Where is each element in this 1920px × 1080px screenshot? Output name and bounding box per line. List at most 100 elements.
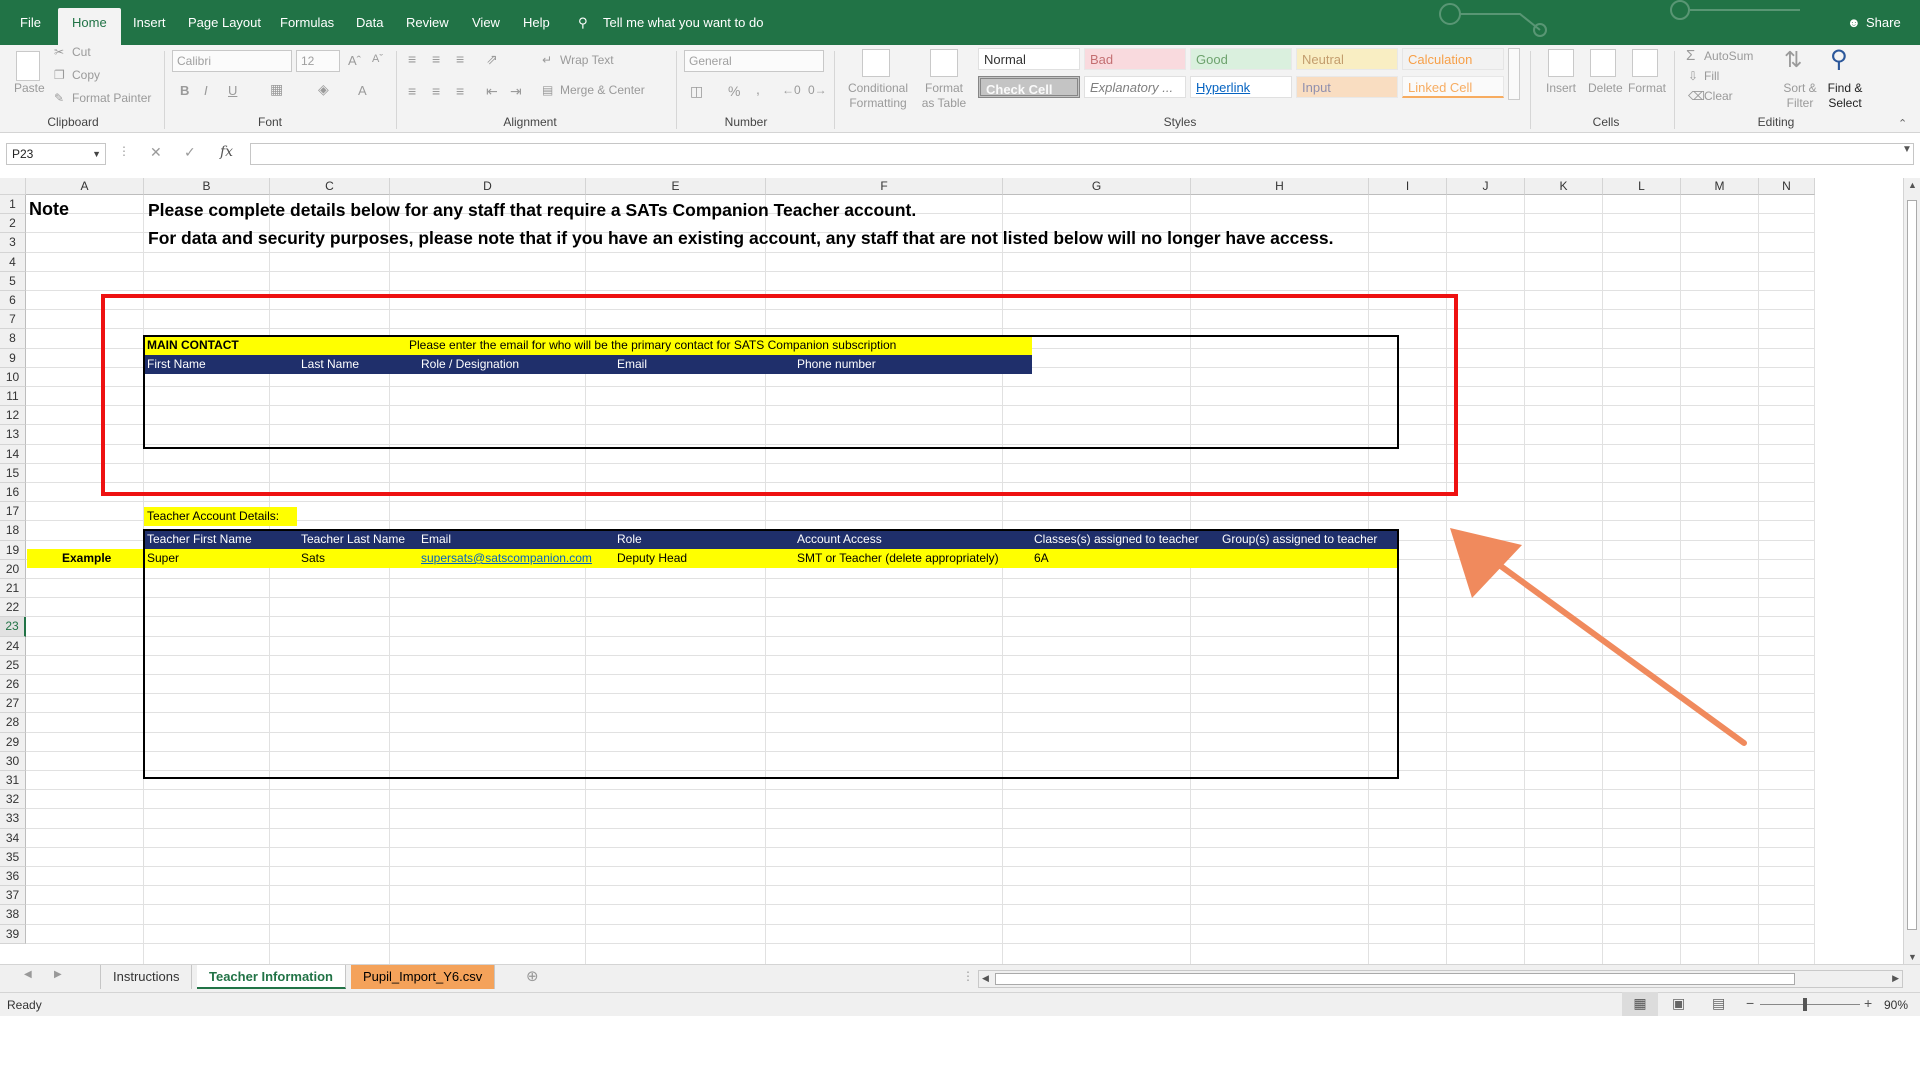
tab-help[interactable]: Help [523,0,550,45]
row-header[interactable]: 35 [0,847,26,867]
row-header[interactable]: 34 [0,828,26,848]
column-header[interactable]: G [1003,178,1191,195]
horizontal-scroll-thumb[interactable] [995,973,1795,985]
row-header[interactable]: 18 [0,521,26,541]
column-header[interactable]: I [1369,178,1447,195]
increase-indent-icon[interactable]: ⇥ [510,83,522,100]
style-input[interactable]: Input [1296,76,1398,98]
align-middle-icon[interactable]: ≡ [432,51,440,67]
row-header[interactable]: 30 [0,751,26,771]
tab-home[interactable]: Home [58,8,121,45]
font-color-button[interactable]: A [358,83,367,98]
tab-review[interactable]: Review [406,0,449,45]
vertical-scroll-thumb[interactable] [1907,200,1917,930]
style-calculation[interactable]: Calculation [1402,48,1504,70]
row-header[interactable]: 11 [0,387,26,407]
sheet-tab-pupil-import[interactable]: Pupil_Import_Y6.csv [351,965,496,989]
wrap-text-button[interactable]: Wrap Text [560,53,614,67]
normal-view-icon[interactable]: ▦ [1622,992,1658,1016]
sheet-tab-instructions[interactable]: Instructions [100,965,193,989]
fill-button[interactable]: Fill [1704,69,1719,83]
tell-me-search[interactable]: Tell me what you want to do [603,0,763,45]
tab-data[interactable]: Data [356,0,383,45]
cancel-icon[interactable]: ✕ [150,144,162,161]
select-all-corner[interactable] [0,178,26,195]
font-name-select[interactable]: Calibri [172,50,292,72]
find-select-button[interactable]: Find & Select [1822,81,1868,111]
column-header[interactable]: B [144,178,270,195]
comma-button[interactable]: , [756,81,760,97]
format-as-table-button[interactable]: Format as Table [918,81,970,111]
row-header[interactable]: 27 [0,694,26,714]
scroll-down-icon[interactable]: ▼ [1908,952,1917,962]
column-header[interactable]: N [1759,178,1815,195]
column-header[interactable]: E [586,178,766,195]
decrease-font-icon[interactable]: Aˇ [372,53,383,65]
align-bottom-icon[interactable]: ≡ [456,51,464,67]
row-header[interactable]: 16 [0,483,26,503]
row-header[interactable]: 14 [0,444,26,464]
style-explanatory[interactable]: Explanatory ... [1084,76,1186,98]
vertical-scrollbar[interactable]: ▲ ▼ [1903,178,1920,964]
sheet-tab-teacher-information[interactable]: Teacher Information [197,965,347,989]
format-cells-button[interactable]: Format [1628,81,1666,95]
style-hyperlink[interactable]: Hyperlink [1190,76,1292,98]
tab-formulas[interactable]: Formulas [280,0,334,45]
row-header[interactable]: 37 [0,886,26,906]
percent-button[interactable]: % [728,83,740,99]
row-header[interactable]: 25 [0,655,26,675]
decrease-indent-icon[interactable]: ⇤ [486,83,498,100]
tab-page-layout[interactable]: Page Layout [188,0,261,45]
row-header[interactable]: 29 [0,732,26,752]
zoom-out-icon[interactable]: − [1746,995,1754,1011]
clear-button[interactable]: Clear [1704,89,1733,103]
row-header[interactable]: 1 [0,195,26,215]
row-header[interactable]: 17 [0,502,26,522]
tab-insert[interactable]: Insert [133,0,166,45]
currency-icon[interactable]: ◫ [690,83,703,100]
expand-formula-icon[interactable]: ▼ [1902,144,1912,155]
merge-center-button[interactable]: Merge & Center [560,83,645,97]
row-header[interactable]: 32 [0,790,26,810]
row-header[interactable]: 15 [0,463,26,483]
copy-button[interactable]: Copy [72,68,100,82]
column-header[interactable]: M [1681,178,1759,195]
row-header[interactable]: 3 [0,233,26,253]
autosum-button[interactable]: AutoSum [1704,49,1753,63]
format-painter-button[interactable]: Format Painter [72,91,151,105]
row-header[interactable]: 6 [0,291,26,311]
column-header[interactable]: K [1525,178,1603,195]
next-sheet-icon[interactable]: ▶ [54,969,62,980]
worksheet-grid[interactable]: ABCDEFGHIJKLMN 1 2 3 4 5 6 7 8 9 10 11 12 13 14 15 16 17… [0,178,1920,964]
number-format-select[interactable]: General [684,50,824,72]
share-button[interactable]: Share [1866,0,1901,45]
insert-function-button[interactable]: fx [220,144,233,160]
row-header[interactable]: 9 [0,348,26,368]
row-header[interactable]: 22 [0,598,26,618]
borders-icon[interactable]: ▦ [270,81,283,98]
column-header[interactable]: F [766,178,1003,195]
conditional-formatting-button[interactable]: Conditional Formatting [844,81,912,111]
style-linked-cell[interactable]: Linked Cell [1402,76,1504,98]
zoom-slider[interactable] [1760,1004,1860,1005]
cut-button[interactable]: Cut [72,45,91,59]
row-header[interactable]: 8 [0,329,26,349]
formula-input[interactable] [250,143,1914,165]
page-break-view-icon[interactable]: ▤ [1712,995,1725,1012]
increase-font-icon[interactable]: Aˆ [348,53,361,68]
row-header[interactable]: 28 [0,713,26,733]
row-header[interactable]: 31 [0,771,26,791]
row-header[interactable]: 23 [0,617,26,637]
row-header[interactable]: 39 [0,924,26,944]
insert-cells-button[interactable]: Insert [1546,81,1576,95]
row-header[interactable]: 21 [0,579,26,599]
row-header[interactable]: 10 [0,367,26,387]
zoom-in-icon[interactable]: + [1864,995,1872,1011]
column-header[interactable]: C [270,178,390,195]
column-header[interactable]: J [1447,178,1525,195]
style-normal[interactable]: Normal [978,48,1080,70]
increase-decimal-icon[interactable]: ←0 [782,83,801,97]
column-header[interactable]: A [26,178,144,195]
page-layout-view-icon[interactable]: ▣ [1672,995,1685,1012]
style-neutral[interactable]: Neutral [1296,48,1398,70]
